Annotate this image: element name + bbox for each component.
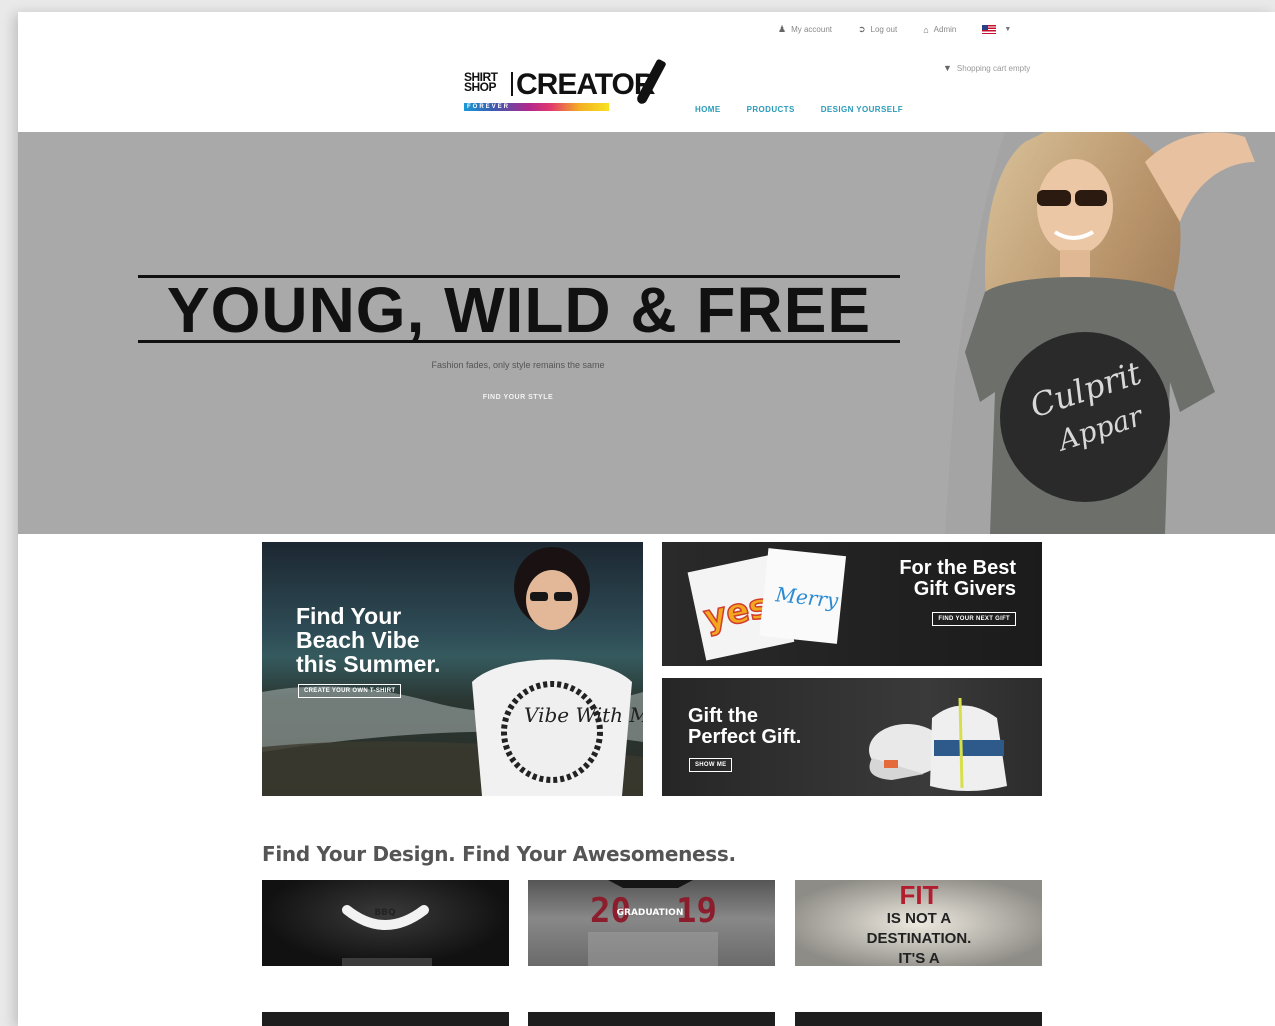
fit-line2: IS NOT A [887,910,952,927]
design-card-row2-2[interactable] [528,1012,775,1026]
logo-creator-text: CREATOR [516,68,656,101]
user-icon: ♟ [778,24,787,34]
my-account-link[interactable]: ♟ My account [778,24,832,35]
gift-givers-line2: Gift Givers [913,578,1016,600]
gift-givers-heading: For the Best Gift Givers [899,558,1016,600]
design-card-fit[interactable]: FIT IS NOT A DESTINATION. IT'S A [795,880,1042,966]
web-page: ♟ My account ➲ Log out ⌂ Admin ▼ ▼ Shopp… [18,12,1275,1026]
beach-heading-line3: this Summer. [296,651,441,677]
fit-line3: DESTINATION. [867,930,972,947]
design-card-row2-3[interactable] [795,1012,1042,1026]
us-flag-icon [982,25,997,34]
beach-shirt-text: Vibe With Me [524,703,643,727]
site-logo[interactable]: SHIRT SHOP CREATOR FOREVER [464,58,684,118]
perfect-gift-heading: Gift the Perfect Gift. [688,706,801,748]
log-out-label: Log out [870,25,898,34]
graduation-design-image: 20 GRADUATION 19 [588,880,718,966]
perfect-gift-line1: Gift the [688,705,758,727]
logout-icon: ➲ [857,24,866,34]
hero-subtitle: Fashion fades, only style remains the sa… [431,360,605,370]
logo-forever-text: FOREVER [467,104,511,110]
fit-line1: FIT [900,880,939,910]
fit-line4: IT'S A [898,950,940,966]
promo-gift-givers[interactable]: yes Merry For the Best Gift Givers FIND … [662,542,1042,666]
design-card-row2-1[interactable] [262,1012,509,1026]
hero-title: YOUNG, WILD & FREE [166,274,872,346]
bbq-design-image: BBQ [342,905,432,966]
hero-rule-bottom [138,340,900,343]
graduation-text-mid: GRADUATION [617,908,684,918]
find-your-next-gift-button[interactable]: FIND YOUR NEXT GIFT [932,612,1016,626]
logo-divider [511,72,513,96]
admin-link[interactable]: ⌂ Admin [923,25,956,35]
hero-model-image: Culprit Appar [945,132,1275,534]
beach-heading: Find Your Beach Vibe this Summer. [296,604,440,676]
gift-givers-line1: For the Best [899,557,1016,579]
language-selector[interactable]: ▼ [982,25,1011,34]
beach-heading-line2: Beach Vibe [296,627,420,653]
logo-shirt-shop: SHIRT SHOP [464,71,498,94]
log-out-link[interactable]: ➲ Log out [858,24,897,35]
shopping-cart-link[interactable]: ▼ Shopping cart empty [943,63,1030,73]
find-your-style-button[interactable]: FIND YOUR STYLE [468,394,568,401]
bbq-design-text: BBQ [374,908,396,918]
promo-perfect-gift[interactable]: Gift the Perfect Gift. SHOW ME [662,678,1042,796]
cart-icon: ▼ [943,63,952,73]
show-me-button[interactable]: SHOW ME [689,758,733,772]
nav-design-yourself[interactable]: DESIGN YOURSELF [821,105,903,114]
beach-heading-line1: Find Your [296,603,402,629]
utility-bar: ♟ My account ➲ Log out ⌂ Admin ▼ [778,24,1011,35]
hero-banner: YOUNG, WILD & FREE Fashion fades, only s… [18,132,1275,534]
my-account-label: My account [791,25,832,34]
nav-products[interactable]: PRODUCTS [747,105,795,114]
create-your-own-tshirt-button[interactable]: CREATE YOUR OWN T-SHIRT [298,684,402,698]
home-icon: ⌂ [923,24,929,35]
cart-label: Shopping cart empty [956,63,1031,73]
admin-label: Admin [933,25,957,34]
chevron-down-icon: ▼ [1004,26,1012,33]
designs-section-title: Find Your Design. Find Your Awesomeness. [262,842,736,866]
design-card-bbq[interactable]: BBQ [262,880,509,966]
promo-beach-vibe[interactable]: Vibe With Me Find Your Beach Vibe this S… [262,542,643,796]
fit-design-image: FIT IS NOT A DESTINATION. IT'S A [867,880,972,966]
logo-shop-text: SHOP [464,80,497,94]
main-nav: HOME PRODUCTS DESIGN YOURSELF [695,105,903,114]
perfect-gift-line2: Perfect Gift. [688,726,802,748]
design-card-graduation[interactable]: 20 GRADUATION 19 [528,880,775,966]
graduation-text-right: 19 [676,891,717,931]
nav-home[interactable]: HOME [695,105,721,114]
